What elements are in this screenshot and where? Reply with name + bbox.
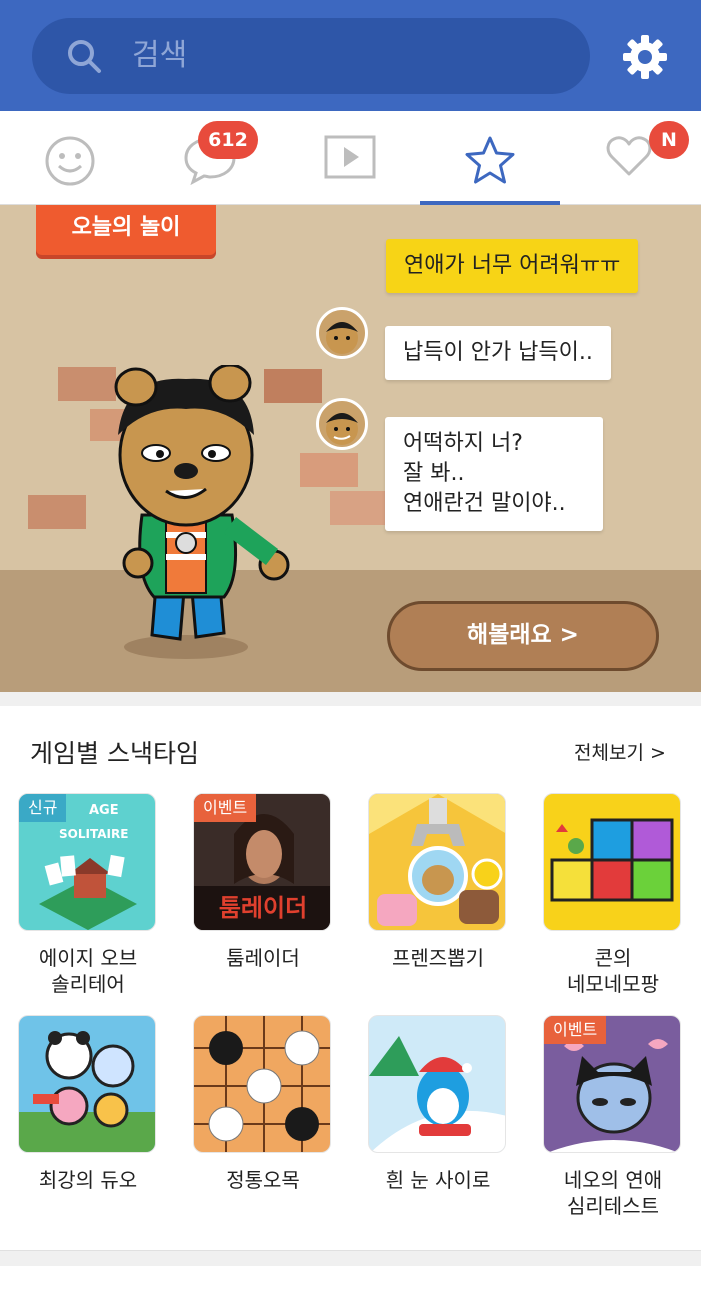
today-play-label: 오늘의 놀이 [36, 205, 216, 255]
game-tag: 이벤트 [544, 1016, 607, 1044]
game-name: 콘의 네모네모팡 [567, 946, 659, 996]
tab-video[interactable] [290, 111, 410, 205]
game-name: 정통오목 [226, 1168, 300, 1192]
svg-text:툼레이더: 툼레이더 [219, 894, 307, 922]
tab-emoticon[interactable] [10, 111, 130, 205]
search-placeholder: 검색 [132, 38, 188, 73]
game-thumbnail [543, 793, 681, 931]
like-badge: N [649, 121, 689, 159]
wall-brick [330, 491, 388, 525]
svg-text:SOLITAIRE: SOLITAIRE [59, 827, 128, 841]
smiley-icon [45, 136, 95, 186]
chat-message: 연애가 너무 어려워ㅠㅠ [386, 239, 639, 293]
chat-badge: 612 [198, 121, 258, 159]
tab-play[interactable] [420, 111, 560, 205]
svg-text:AGE: AGE [89, 803, 119, 818]
section-divider [0, 692, 701, 706]
game-name: 최강의 듀오 [38, 1168, 138, 1192]
tab-chat[interactable]: 612 [150, 111, 270, 205]
character-illustration [114, 365, 290, 659]
game-tag: 신규 [19, 794, 67, 822]
chat-message: 어떡하지 너? 잘 봐.. 연애란건 말이야.. [385, 417, 603, 531]
daily-play-banner[interactable]: 오늘의 놀이 연애가 너무 어려워ㅠㅠ 납득이 안가 납득이.. 어떡하지 너?… [0, 205, 701, 692]
section-divider [0, 1250, 701, 1266]
try-it-button[interactable]: 해볼래요 > [387, 601, 659, 671]
game-thumbnail [18, 1015, 156, 1153]
heart-icon [606, 136, 652, 176]
see-all-link[interactable]: 전체보기 > [574, 738, 666, 765]
game-name: 에이지 오브 솔리테어 [38, 946, 138, 996]
game-thumbnail: AGE SOLITAIRE 신규 [18, 793, 156, 931]
top-header: 검색 [0, 0, 701, 111]
tab-like[interactable]: N [571, 111, 701, 205]
game-tag: 이벤트 [194, 794, 257, 822]
chat-message: 납득이 안가 납득이.. [385, 326, 611, 380]
search-bar[interactable]: 검색 [32, 18, 590, 94]
game-thumbnail [368, 1015, 506, 1153]
game-thumbnail: 툼레이더 이벤트 [193, 793, 331, 931]
star-icon [465, 136, 515, 184]
game-thumbnail [193, 1015, 331, 1153]
tab-bar: 612 N [0, 111, 701, 205]
game-thumbnail [368, 793, 506, 931]
game-name: 프렌즈뽑기 [392, 946, 484, 970]
play-icon [324, 135, 376, 179]
gear-icon[interactable] [622, 34, 668, 80]
section-title: 게임별 스낵타임 [30, 739, 199, 768]
search-icon [68, 40, 101, 73]
game-name: 툼레이더 [226, 946, 300, 970]
game-thumbnail: 이벤트 [543, 1015, 681, 1153]
game-name: 네오의 연애 심리테스트 [563, 1168, 663, 1218]
avatar [316, 307, 368, 359]
wall-brick [28, 495, 86, 529]
wall-brick [300, 453, 358, 487]
avatar [316, 398, 368, 450]
game-name: 흰 눈 사이로 [385, 1168, 491, 1192]
